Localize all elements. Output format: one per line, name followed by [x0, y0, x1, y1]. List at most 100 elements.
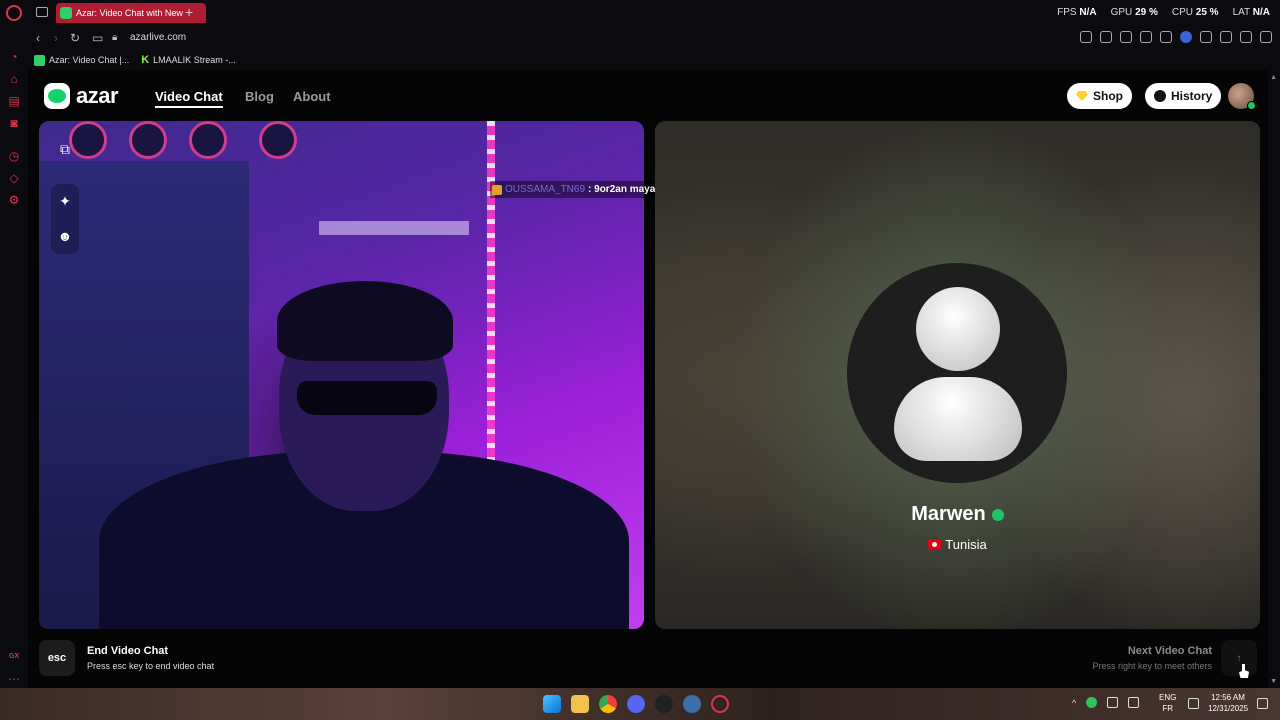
volume-icon[interactable] [1107, 697, 1119, 708]
azar-favicon-icon [60, 7, 72, 19]
clock-date: 12/31/2025 [1208, 704, 1249, 713]
face-sticker-icon[interactable]: ☻ [53, 224, 77, 248]
system-clock[interactable]: 12:56 AM 12/31/2025 [1208, 692, 1248, 714]
shop-label: Shop [1093, 89, 1123, 103]
shop-button[interactable]: Shop [1067, 83, 1132, 109]
sparkle-effects-icon[interactable]: ✦ [53, 189, 77, 213]
discord-icon[interactable] [627, 695, 645, 713]
gx-stats: FPS N/A GPU 29 % CPU 25 % LAT N/A [1057, 7, 1270, 18]
chrome-icon[interactable] [599, 695, 617, 713]
nav-video-chat[interactable]: Video Chat [155, 89, 223, 108]
person-hair [277, 281, 453, 361]
gem-icon [1076, 91, 1088, 101]
play-icon[interactable] [1140, 31, 1152, 43]
address-bar: ‹ › ↻ ▭ 🔒︎ azarlive.com [28, 26, 1280, 50]
language-indicator[interactable]: ENG FR [1159, 692, 1176, 714]
shield-icon[interactable] [1120, 31, 1132, 43]
bookmark-azar[interactable]: Azar: Video Chat |... [34, 54, 130, 66]
speed-dial-icon[interactable]: ◔ [7, 50, 21, 64]
opera-logo-icon[interactable] [6, 5, 22, 21]
settings-gear-icon[interactable]: ⚙ [7, 193, 21, 207]
download-icon[interactable] [1240, 31, 1252, 43]
windows-start-icon[interactable] [543, 695, 561, 713]
end-chat-key-button[interactable]: esc [39, 640, 75, 676]
user-badge-icon [492, 184, 502, 195]
opera-gx-icon[interactable] [711, 695, 729, 713]
clock-icon [1154, 90, 1166, 102]
display-icon[interactable] [1188, 698, 1199, 709]
fps-stat: FPS N/A [1057, 7, 1097, 18]
profile-icon[interactable] [1220, 31, 1232, 43]
next-chat-key-button[interactable]: ↑ [1221, 640, 1257, 676]
page-scrollbar[interactable] [1268, 70, 1280, 688]
end-chat-title[interactable]: End Video Chat [87, 645, 168, 657]
partner-name: Marwen [911, 503, 986, 525]
azar-page: azar Video Chat Blog About Shop History [28, 70, 1268, 688]
azar-logo-icon [44, 83, 70, 109]
logo-text: azar [76, 83, 119, 108]
bookmark-lmaalik[interactable]: K LMAALIK Stream -... [141, 54, 235, 66]
default-avatar [847, 263, 1067, 483]
wall-records [69, 121, 329, 161]
online-indicator [1247, 101, 1256, 110]
camera-icon[interactable]: ▭ [92, 31, 103, 45]
partner-name-row: Marwen [655, 503, 1260, 526]
vpn-icon[interactable] [1180, 31, 1192, 43]
chat-username: OUSSAMA_TN69 [505, 184, 586, 195]
avatar-head-icon [916, 287, 1000, 371]
history-label: History [1171, 89, 1213, 103]
gx-label[interactable]: GX [7, 650, 21, 664]
tab-menu-icon[interactable] [36, 7, 48, 17]
reload-icon[interactable]: ↻ [70, 31, 80, 45]
snapshot-icon[interactable] [1100, 31, 1112, 43]
partner-video: Marwen Tunisia [655, 121, 1260, 629]
bookmark-label: LMAALIK Stream -... [153, 55, 236, 65]
gx-control-icon[interactable]: ⌂ [7, 72, 21, 86]
bookmarks-bar: Azar: Video Chat |... K LMAALIK Stream -… [28, 50, 1280, 70]
microphone-icon[interactable] [1128, 697, 1140, 708]
lat-stat: LAT N/A [1232, 7, 1270, 18]
azar-logo[interactable]: azar [44, 83, 119, 109]
lang-secondary: FR [1162, 704, 1173, 713]
app-icon[interactable] [655, 695, 673, 713]
scroll-down-icon[interactable]: ▼ [1270, 678, 1277, 685]
forward-icon[interactable]: › [54, 31, 58, 45]
next-chat-title[interactable]: Next Video Chat [1128, 645, 1212, 657]
end-chat-subtitle: Press esc key to end video chat [87, 661, 215, 671]
url-field[interactable]: azarlive.com [130, 32, 186, 43]
swap-camera-icon[interactable]: ⧉ [53, 137, 77, 161]
messenger-icon[interactable]: ◙ [7, 116, 21, 130]
extensions-icon[interactable]: ◇ [7, 171, 21, 185]
scroll-up-icon[interactable]: ▲ [1270, 74, 1277, 81]
file-explorer-icon[interactable] [571, 695, 589, 713]
partner-country: Tunisia [945, 537, 987, 552]
new-tab-plus-icon[interactable]: + [185, 4, 193, 20]
extensions-puzzle-icon[interactable] [1200, 31, 1212, 43]
menu-icon[interactable] [1260, 31, 1272, 43]
tab-bar: Azar: Video Chat with New + FPS N/A GPU … [28, 0, 1280, 26]
bookmark-label: Azar: Video Chat |... [49, 55, 130, 65]
nav-about[interactable]: About [293, 89, 331, 104]
heart-icon[interactable] [1160, 31, 1172, 43]
tray-app-icon[interactable] [1086, 697, 1098, 708]
tab-azar[interactable]: Azar: Video Chat with New [56, 3, 206, 23]
cpu-stat: CPU 25 % [1171, 7, 1219, 18]
notification-icon[interactable] [1257, 698, 1268, 709]
avatar-body-icon [894, 377, 1022, 461]
taskbar-apps [543, 695, 729, 713]
verified-badge-icon [991, 508, 1004, 521]
twitch-icon[interactable]: ▤ [7, 94, 21, 108]
history-clock-icon[interactable]: ◷ [7, 149, 21, 163]
more-dots-icon[interactable]: ⋯ [7, 672, 21, 686]
shelf [319, 221, 469, 235]
history-button[interactable]: History [1145, 83, 1222, 109]
tray-chevron-icon[interactable]: ^ [1072, 698, 1076, 708]
tab-title: Azar: Video Chat with New [76, 8, 183, 18]
address-tools [1080, 31, 1272, 43]
pin-icon[interactable] [1080, 31, 1092, 43]
nav-blog[interactable]: Blog [245, 89, 274, 104]
steam-icon[interactable] [683, 695, 701, 713]
back-icon[interactable]: ‹ [36, 31, 40, 45]
gpu-stat: GPU 29 % [1110, 7, 1158, 18]
next-chat-subtitle: Press right key to meet others [1092, 661, 1212, 671]
